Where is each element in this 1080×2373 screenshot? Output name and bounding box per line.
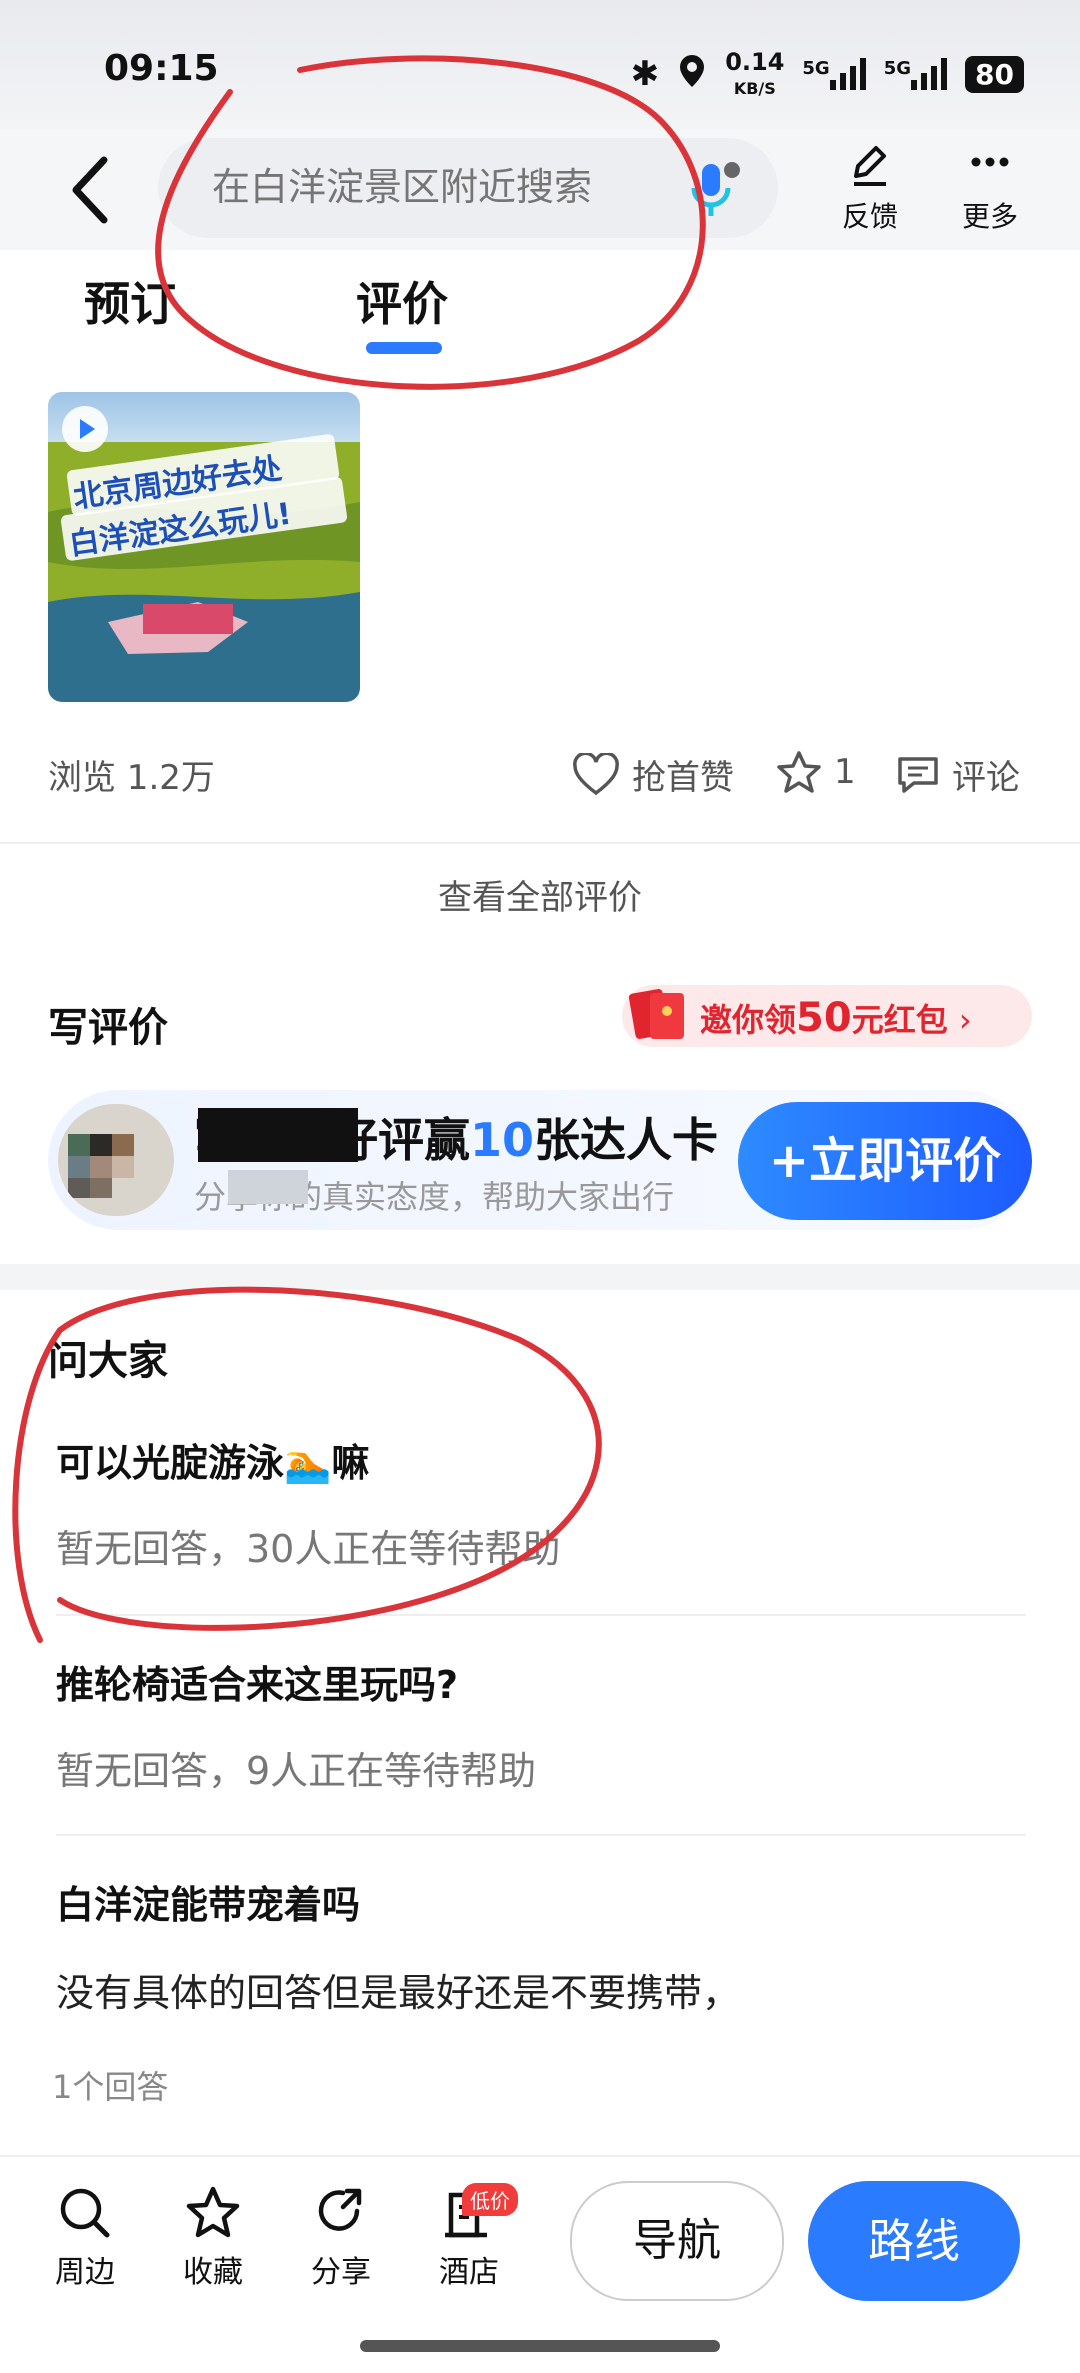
- signal-1-label: 5G: [802, 58, 830, 79]
- status-icons: ✱ 0.14 KB/S 5G 5G 80: [631, 50, 1024, 98]
- qa-question-3[interactable]: 白洋淀能带宠着吗: [56, 1874, 360, 1929]
- signal-bars-icon: [829, 58, 866, 90]
- view-count: 浏览 1.2万: [48, 758, 215, 798]
- divider: [56, 1834, 1026, 1836]
- red-packet-amount: 50: [796, 995, 852, 1041]
- status-bar: 09:15 ✱ 0.14 KB/S 5G 5G 80: [0, 0, 1080, 130]
- signal-1: 5G: [802, 58, 866, 90]
- net-speed-unit: KB/S: [733, 79, 776, 98]
- signal-2-label: 5G: [883, 58, 912, 79]
- tab-booking[interactable]: 预订: [84, 268, 176, 334]
- qa-question-1[interactable]: 可以光腚游泳🏊嘛: [56, 1432, 369, 1487]
- qa-answer-1: 暂无回答，30人正在等待帮助: [56, 1527, 561, 1571]
- avatar: [58, 1104, 174, 1216]
- qa-section-title: 问大家: [48, 1338, 168, 1384]
- view-all-reviews-link[interactable]: 查看全部评价: [0, 870, 1080, 919]
- signal-bars-icon: [911, 58, 948, 90]
- star-button[interactable]: 1: [776, 750, 856, 794]
- promo-title-number: 10: [470, 1113, 535, 1167]
- nearby-label: 周边: [55, 2255, 115, 2290]
- navigate-button[interactable]: 导航: [570, 2181, 784, 2301]
- favorite-button[interactable]: 收藏: [158, 2185, 268, 2291]
- like-label: 抢首赞: [632, 758, 734, 798]
- tab-bar: 预订 评价: [0, 250, 1080, 370]
- more-label: 更多: [961, 200, 1018, 233]
- net-speed-value: 0.14: [725, 48, 785, 76]
- red-envelope-icon: [628, 989, 684, 1039]
- feedback-button[interactable]: 反馈: [820, 142, 920, 235]
- back-button[interactable]: [60, 150, 120, 230]
- home-indicator: [360, 2340, 720, 2352]
- promo-title-suffix: 张达人卡: [534, 1113, 719, 1167]
- signal-2: 5G: [883, 58, 948, 90]
- more-icon: [971, 157, 1009, 167]
- red-packet-text: 邀你领50元红包 ›: [700, 995, 972, 1041]
- chevron-left-icon: [72, 156, 108, 224]
- search-bar[interactable]: [158, 138, 778, 238]
- route-button[interactable]: 路线: [808, 2181, 1020, 2301]
- favorite-label: 收藏: [183, 2255, 243, 2290]
- status-time: 09:15: [104, 48, 219, 89]
- share-icon: [318, 2188, 362, 2231]
- heart-icon: [573, 752, 619, 795]
- play-icon: [62, 406, 108, 452]
- search-icon: [60, 2188, 110, 2238]
- tab-reviews[interactable]: 评价: [356, 268, 448, 334]
- video-thumbnail[interactable]: 北京周边好去处 白洋淀这么玩儿!: [48, 392, 360, 702]
- search-input[interactable]: [210, 164, 674, 210]
- write-review-button[interactable]: +立即评价: [738, 1102, 1032, 1220]
- star-icon: [777, 751, 821, 793]
- redaction-block: [228, 1170, 308, 1204]
- comment-icon: [898, 756, 938, 793]
- red-packet-banner[interactable]: 邀你领50元红包 ›: [622, 985, 1032, 1047]
- net-speed: 0.14 KB/S: [725, 50, 784, 98]
- battery-icon: 80: [965, 55, 1024, 93]
- low-price-badge: 低价: [462, 2183, 518, 2216]
- more-button[interactable]: 更多: [940, 142, 1040, 235]
- red-packet-suffix: 元红包: [851, 1001, 948, 1039]
- qa-question-2[interactable]: 推轮椅适合来这里玩吗?: [56, 1654, 458, 1709]
- write-review-title: 写评价: [48, 1005, 168, 1051]
- bottom-action-bar: 周边 收藏 分享 酒店 低价 导航 路线: [0, 2155, 1080, 2327]
- edit-icon: [854, 146, 886, 186]
- qa-answer-3: 没有具体的回答但是最好还是不要携带，: [56, 1971, 741, 2015]
- red-packet-prefix: 邀你领: [700, 1001, 797, 1039]
- share-button[interactable]: 分享: [286, 2185, 396, 2291]
- chevron-right-icon: ›: [958, 1001, 972, 1039]
- feedback-label: 反馈: [841, 200, 898, 233]
- comment-label: 评论: [952, 758, 1020, 798]
- qa-answer-2: 暂无回答，9人正在等待帮助: [56, 1749, 537, 1793]
- star-count: 1: [834, 752, 856, 792]
- star-icon: [186, 2186, 240, 2238]
- redaction-block: [198, 1108, 358, 1162]
- nearby-button[interactable]: 周边: [30, 2185, 140, 2291]
- top-header: 反馈 更多: [0, 130, 1080, 250]
- qa-answer-count[interactable]: 1个回答: [52, 2062, 168, 2108]
- like-button[interactable]: 抢首赞: [572, 750, 734, 799]
- tab-active-indicator: [366, 342, 442, 354]
- location-icon: [677, 53, 707, 95]
- share-label: 分享: [311, 2255, 371, 2290]
- microphone-icon[interactable]: [688, 160, 742, 220]
- divider: [56, 1614, 1026, 1616]
- comment-button[interactable]: 评论: [896, 750, 1020, 799]
- bluetooth-icon: ✱: [630, 54, 660, 94]
- hotel-label: 酒店: [439, 2255, 499, 2290]
- section-gap: [0, 1264, 1080, 1290]
- divider: [0, 842, 1080, 844]
